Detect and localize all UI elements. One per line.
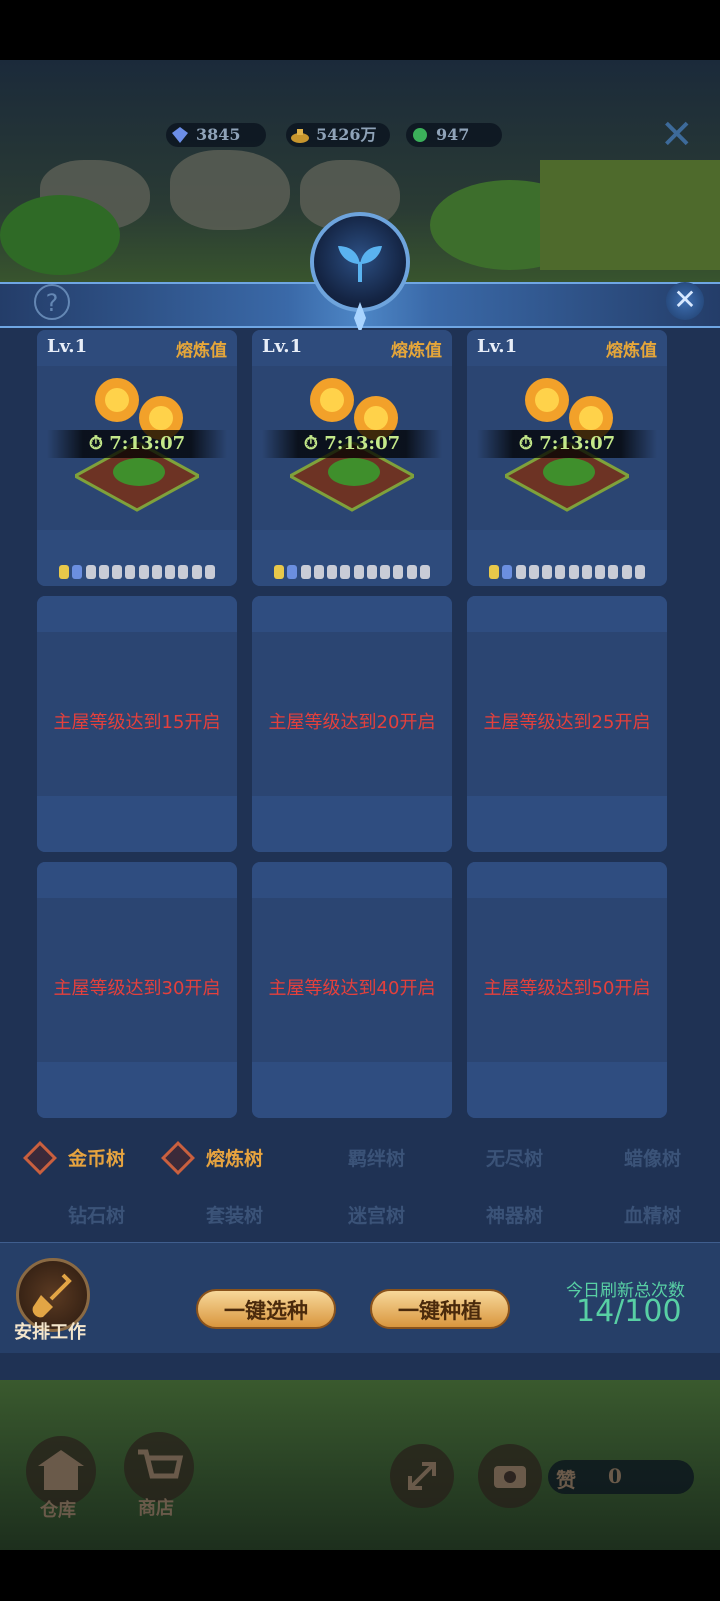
locked-header-band (252, 862, 452, 898)
camera-icon (494, 1466, 526, 1488)
unlock-requirement: 主屋等级达到40开启 (268, 978, 436, 999)
reward-icons (489, 563, 645, 581)
shopping-cart-icon (138, 1449, 184, 1479)
tree-tab-diamond[interactable]: 钻石树 (68, 1198, 125, 1234)
locked-footer-band (252, 1062, 452, 1118)
reward-icons (59, 563, 215, 581)
unlock-requirement: 主屋等级达到15开启 (53, 712, 221, 733)
tree-tab-wax[interactable]: 蜡像树 (624, 1141, 681, 1177)
locked-plot[interactable]: 主屋等级达到25开启 (467, 596, 667, 852)
outer-close-button[interactable]: ✕ (660, 115, 694, 155)
like-counter: 赞 0 (548, 1460, 694, 1494)
plant-all-button[interactable]: 一键种植 (370, 1289, 510, 1329)
unlock-requirement: 主屋等级达到25开启 (483, 712, 651, 733)
select-seed-button[interactable]: 一键选种 (196, 1289, 336, 1329)
tree-tab-gold[interactable]: 金币树 (68, 1141, 125, 1177)
locked-plot[interactable]: 主屋等级达到40开启 (252, 862, 452, 1118)
locked-header-band (467, 862, 667, 898)
bottom-black-strip (0, 1550, 720, 1601)
plot-value-label: 熔炼值 (176, 341, 227, 361)
reward-icons (274, 563, 430, 581)
warehouse-label: 仓库 (40, 1500, 76, 1521)
shop-label: 商店 (138, 1498, 174, 1519)
arrange-work-label: 安排工作 (14, 1322, 86, 1343)
farm-emblem (310, 212, 410, 312)
locked-plot[interactable]: 主屋等级达到15开启 (37, 596, 237, 852)
unlock-requirement: 主屋等级达到20开启 (268, 712, 436, 733)
locked-header-band (467, 596, 667, 632)
plot-level: Lv.1 (477, 336, 518, 357)
plot-level: Lv.1 (262, 336, 303, 357)
locked-footer-band (37, 796, 237, 852)
tree-tab-blood[interactable]: 血精树 (624, 1198, 681, 1234)
expand-icon (408, 1462, 436, 1490)
locked-footer-band (37, 1062, 237, 1118)
tree-tab-suit[interactable]: 套装树 (206, 1198, 263, 1234)
background-bush (0, 195, 120, 275)
tree-tab-artifact[interactable]: 神器树 (486, 1198, 543, 1234)
close-button[interactable]: ✕ (666, 282, 704, 320)
stopwatch-icon: ⏱ (303, 433, 318, 454)
green-gem-icon (413, 128, 427, 142)
jade-value: 947 (436, 125, 470, 144)
plot-card[interactable]: Lv.1 熔炼值 ⏱ 7:13:07 (467, 330, 667, 586)
shop-button[interactable] (124, 1432, 194, 1502)
locked-plot[interactable]: 主屋等级达到20开启 (252, 596, 452, 852)
timer-value: 7:13:07 (109, 433, 186, 454)
tree-tab-maze[interactable]: 迷宫树 (348, 1198, 405, 1234)
locked-footer-band (252, 796, 452, 852)
plot-level: Lv.1 (47, 336, 88, 357)
timer-value: 7:13:07 (324, 433, 401, 454)
jade-counter: 947 (406, 123, 502, 147)
unlock-requirement: 主屋等级达到30开启 (53, 978, 221, 999)
plot-card[interactable]: Lv.1 熔炼值 ⏱ 7:13:07 (37, 330, 237, 586)
gold-pile-icon (291, 129, 309, 143)
expand-button[interactable] (390, 1444, 454, 1508)
diamond-icon (172, 127, 188, 143)
locked-header-band (37, 862, 237, 898)
background-rock (170, 150, 290, 230)
gold-value: 5426万 (316, 125, 377, 144)
plot-timer: ⏱ 7:13:07 (477, 430, 657, 458)
plot-timer: ⏱ 7:13:07 (262, 430, 442, 458)
diamond-counter: 3845 (166, 123, 266, 147)
locked-header-band (37, 596, 237, 632)
locked-plot[interactable]: 主屋等级达到30开启 (37, 862, 237, 1118)
tree-tab-smelt[interactable]: 熔炼树 (206, 1141, 263, 1177)
tree-tab-endless[interactable]: 无尽树 (486, 1141, 543, 1177)
refresh-count: 14/100 (576, 1294, 682, 1329)
plot-timer: ⏱ 7:13:07 (47, 430, 227, 458)
background-grass (540, 160, 720, 270)
plot-value-label: 熔炼值 (391, 341, 442, 361)
unlock-requirement: 主屋等级达到50开启 (483, 978, 651, 999)
plot-card[interactable]: Lv.1 熔炼值 ⏱ 7:13:07 (252, 330, 452, 586)
like-count: 0 (608, 1464, 622, 1488)
locked-footer-band (467, 1062, 667, 1118)
gold-counter: 5426万 (286, 123, 390, 147)
timer-value: 7:13:07 (539, 433, 616, 454)
locked-plot[interactable]: 主屋等级达到50开启 (467, 862, 667, 1118)
diamond-value: 3845 (196, 125, 241, 144)
plot-value-label: 熔炼值 (606, 341, 657, 361)
locked-header-band (252, 596, 452, 632)
stopwatch-icon: ⏱ (518, 433, 533, 454)
stopwatch-icon: ⏱ (88, 433, 103, 454)
help-button[interactable]: ? (34, 284, 70, 320)
like-label: 赞 (556, 1468, 576, 1492)
sprout-icon (338, 246, 382, 282)
tree-tab-bond[interactable]: 羁绊树 (348, 1141, 405, 1177)
locked-footer-band (467, 796, 667, 852)
camera-button[interactable] (478, 1444, 542, 1508)
